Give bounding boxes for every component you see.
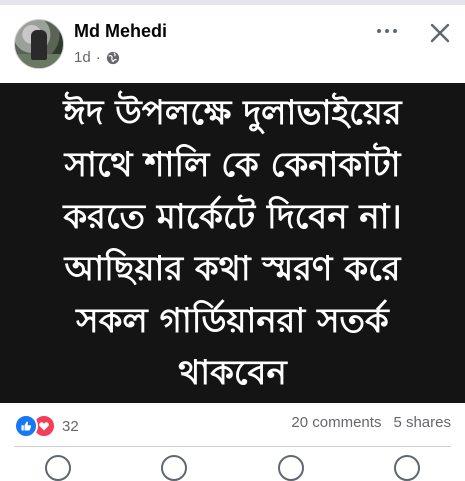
share-button[interactable] (393, 455, 420, 481)
post-text: ঈদ উপলক্ষে দুলাভাইয়ের সাথে শালি কে কেনা… (63, 93, 402, 393)
post-stats: 32 20 comments 5 shares (0, 410, 465, 440)
reactions-summary[interactable]: 32 (14, 414, 79, 438)
divider (14, 446, 451, 447)
action-bar (0, 450, 465, 481)
post-meta: 1d · (74, 49, 120, 66)
send-button[interactable] (277, 455, 304, 481)
shares-count[interactable]: 5 shares (393, 414, 451, 431)
comments-count[interactable]: 20 comments (291, 414, 381, 431)
reaction-count: 32 (62, 417, 79, 435)
post-time[interactable]: 1d (74, 49, 91, 66)
avatar-figure (31, 30, 47, 60)
author-name[interactable]: Md Mehedi (74, 21, 167, 42)
like-icon (14, 414, 38, 438)
close-icon[interactable] (428, 21, 452, 45)
like-button[interactable] (45, 455, 72, 481)
engagement-counts: 20 comments 5 shares (291, 414, 451, 431)
more-options-icon[interactable] (372, 19, 402, 43)
avatar[interactable] (14, 19, 64, 69)
post-header: Md Mehedi 1d · (0, 5, 465, 83)
comment-button[interactable] (161, 455, 188, 481)
post-content-box: ঈদ উপলক্ষে দুলাভাইয়ের সাথে শালি কে কেনা… (0, 83, 465, 403)
globe-icon (106, 51, 119, 64)
meta-separator: · (95, 49, 101, 66)
